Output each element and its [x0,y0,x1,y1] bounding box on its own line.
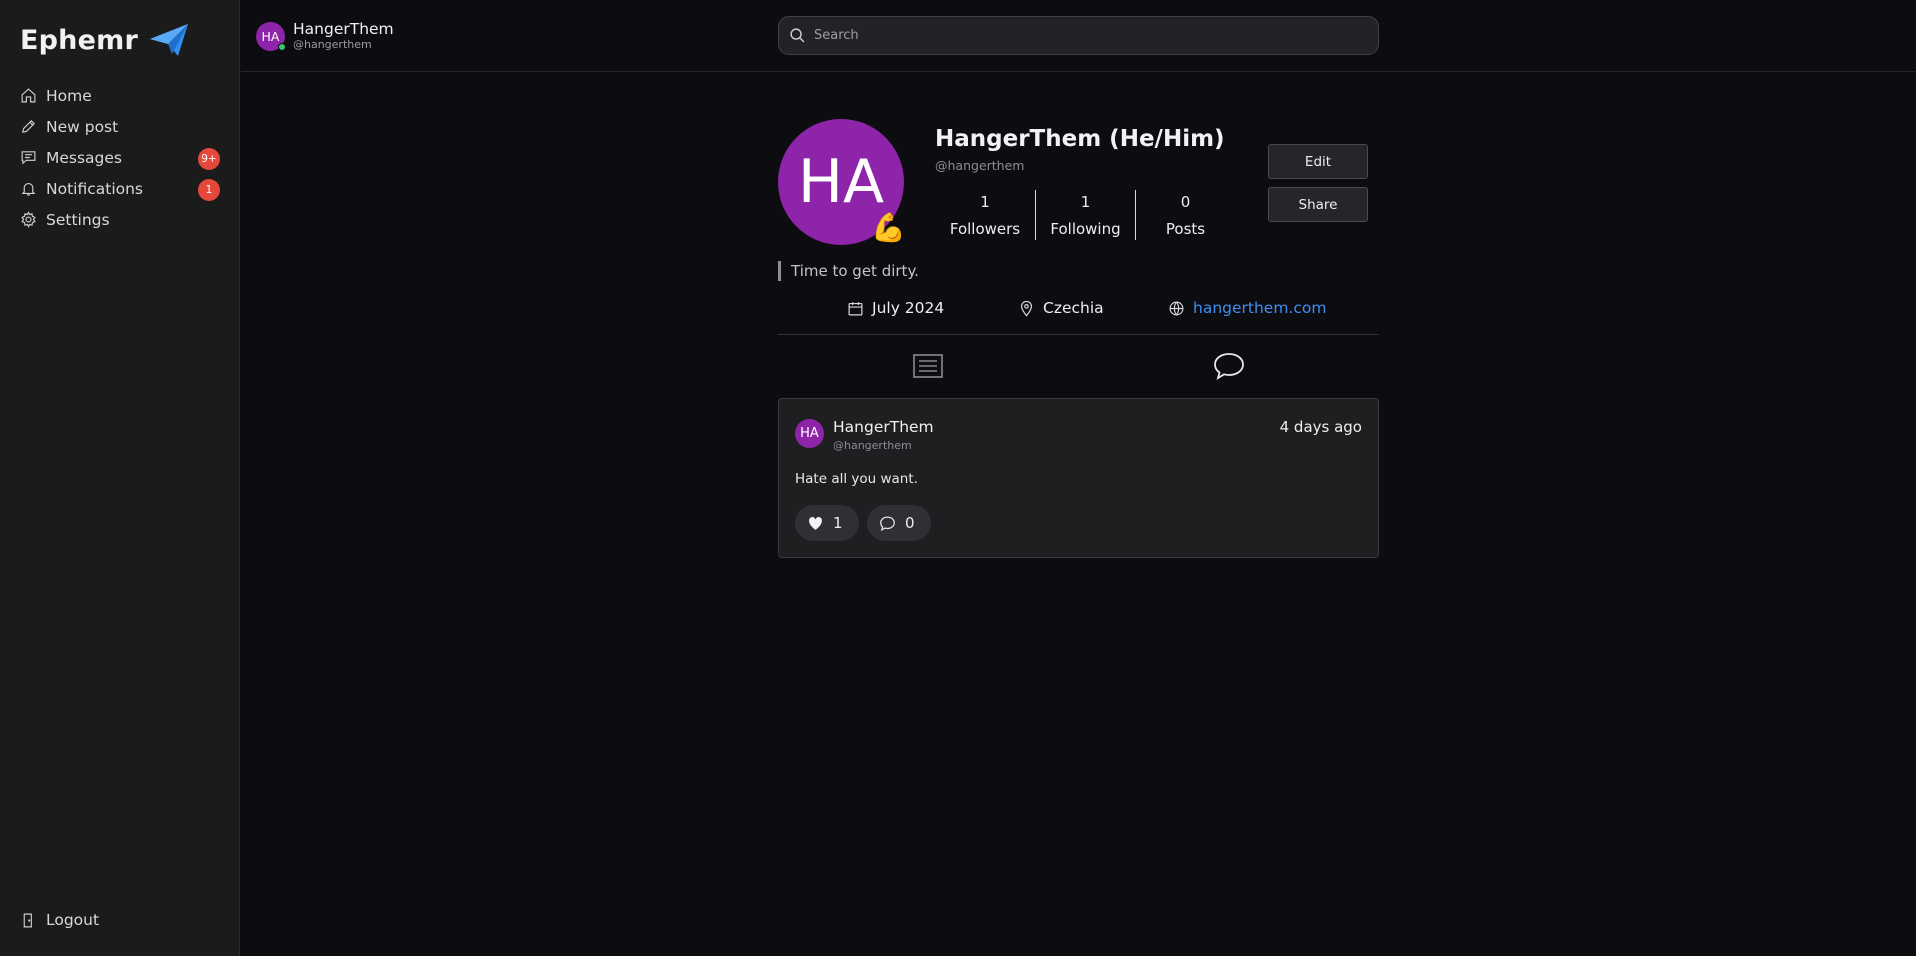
messages-badge: 9+ [198,148,220,170]
sidebar-item-home[interactable]: Home [20,80,220,111]
avatar-initials: HA [261,28,280,44]
gear-icon [20,211,37,228]
online-status-dot [278,42,286,51]
posts-label: Posts [1165,220,1206,238]
flexed-biceps-emoji: 💪 [871,211,906,244]
followers-count: 1 [980,193,990,211]
message-icon [20,149,37,166]
search-input[interactable] [814,28,1378,43]
edit-profile-button[interactable]: Edit [1268,144,1368,179]
sidebar-item-label: Settings [46,210,110,229]
post-author-avatar[interactable]: HA [795,419,824,448]
post-avatar-initials: HA [800,426,819,441]
sidebar-item-label: Messages [46,148,123,167]
location: Czechia [1018,299,1104,317]
website-link[interactable]: hangerthem.com [1193,299,1326,317]
posts-list-icon [912,350,944,382]
comment-button[interactable]: 0 [867,505,931,541]
brand[interactable]: Ephemr [20,22,190,58]
like-count: 1 [833,514,843,532]
top-header: HA HangerThem @hangerthem [241,0,1916,72]
notifications-badge: 1 [198,179,220,201]
comment-count: 0 [905,514,915,532]
tab-posts[interactable] [912,350,944,382]
map-pin-icon [1018,300,1035,317]
followers-label: Followers [949,220,1021,238]
search-icon [789,27,806,44]
brand-name: Ephemr [20,24,138,56]
globe-icon [1168,300,1185,317]
sidebar-item-notifications[interactable]: Notifications 1 [20,173,220,204]
profile-bio: Time to get dirty. [778,261,919,281]
door-icon [20,912,37,929]
current-user[interactable]: HA HangerThem @hangerthem [256,20,394,52]
posts-count: 0 [1180,193,1191,211]
website: hangerthem.com [1168,299,1326,317]
comment-icon [879,515,896,532]
following-count: 1 [1080,193,1091,211]
sidebar-item-messages[interactable]: Messages 9+ [20,142,220,173]
home-icon [20,87,37,104]
post-author-name[interactable]: HangerThem [833,418,934,436]
joined-date-text: July 2024 [872,299,945,317]
like-button[interactable]: 1 [795,505,859,541]
sidebar-item-settings[interactable]: Settings [20,204,220,235]
following-label: Following [1050,220,1121,238]
comment-bubble-icon [1213,350,1245,382]
paper-plane-icon [148,22,190,58]
current-user-handle: @hangerthem [293,38,372,51]
sidebar-item-label: Home [46,86,92,105]
followers-stat[interactable]: 1 Followers [935,190,1035,240]
divider [778,334,1379,335]
search-bar[interactable] [778,16,1379,55]
post-timestamp: 4 days ago [1279,418,1362,436]
posts-stat[interactable]: 0 Posts [1135,190,1235,240]
logout-button[interactable]: Logout [20,911,99,929]
sidebar-item-label: New post [46,117,119,136]
post-author-handle: @hangerthem [833,439,912,452]
joined-date: July 2024 [847,299,944,317]
post-card[interactable]: HA HangerThem @hangerthem 4 days ago Hat… [778,398,1379,558]
profile-stats: 1 Followers 1 Following 0 Posts [935,190,1235,240]
calendar-icon [847,300,864,317]
share-profile-button[interactable]: Share [1268,187,1368,222]
profile-avatar-initials: HA [797,147,885,217]
following-stat[interactable]: 1 Following [1035,190,1135,240]
heart-icon [807,515,824,532]
sidebar-nav: Home New post Messages 9+ Notifications [20,80,220,235]
sidebar: Ephemr Home New post Messages 9+ Notific… [0,0,240,956]
logout-label: Logout [46,911,100,929]
profile-name: HangerThem (He/Him) [935,126,1225,152]
current-user-name: HangerThem [293,20,394,38]
profile-meta: July 2024 Czechia hangerthem.com [778,299,1379,329]
location-text: Czechia [1043,299,1104,317]
avatar: HA [256,21,286,51]
sidebar-item-label: Notifications [46,179,144,198]
app-root: Ephemr Home New post Messages 9+ Notific… [0,0,1916,956]
profile-tabs [778,350,1379,382]
profile-handle: @hangerthem [935,158,1025,173]
pencil-icon [20,118,37,135]
post-text: Hate all you want. [795,471,918,487]
tab-comments[interactable] [1213,350,1245,382]
sidebar-item-new-post[interactable]: New post [20,111,220,142]
bell-icon [20,180,37,197]
